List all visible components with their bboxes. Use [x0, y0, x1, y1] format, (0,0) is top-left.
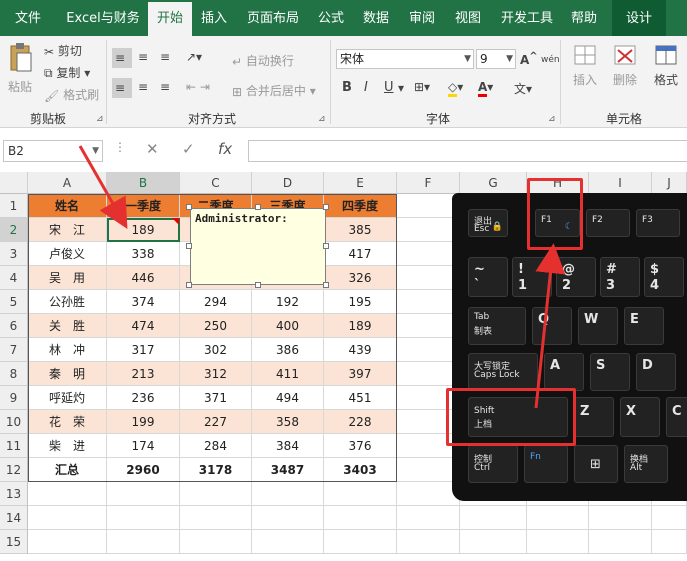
arrow-to-b2 — [78, 145, 128, 230]
annotation-arrows — [78, 145, 566, 409]
arrow-shift-to-f1 — [534, 243, 566, 409]
